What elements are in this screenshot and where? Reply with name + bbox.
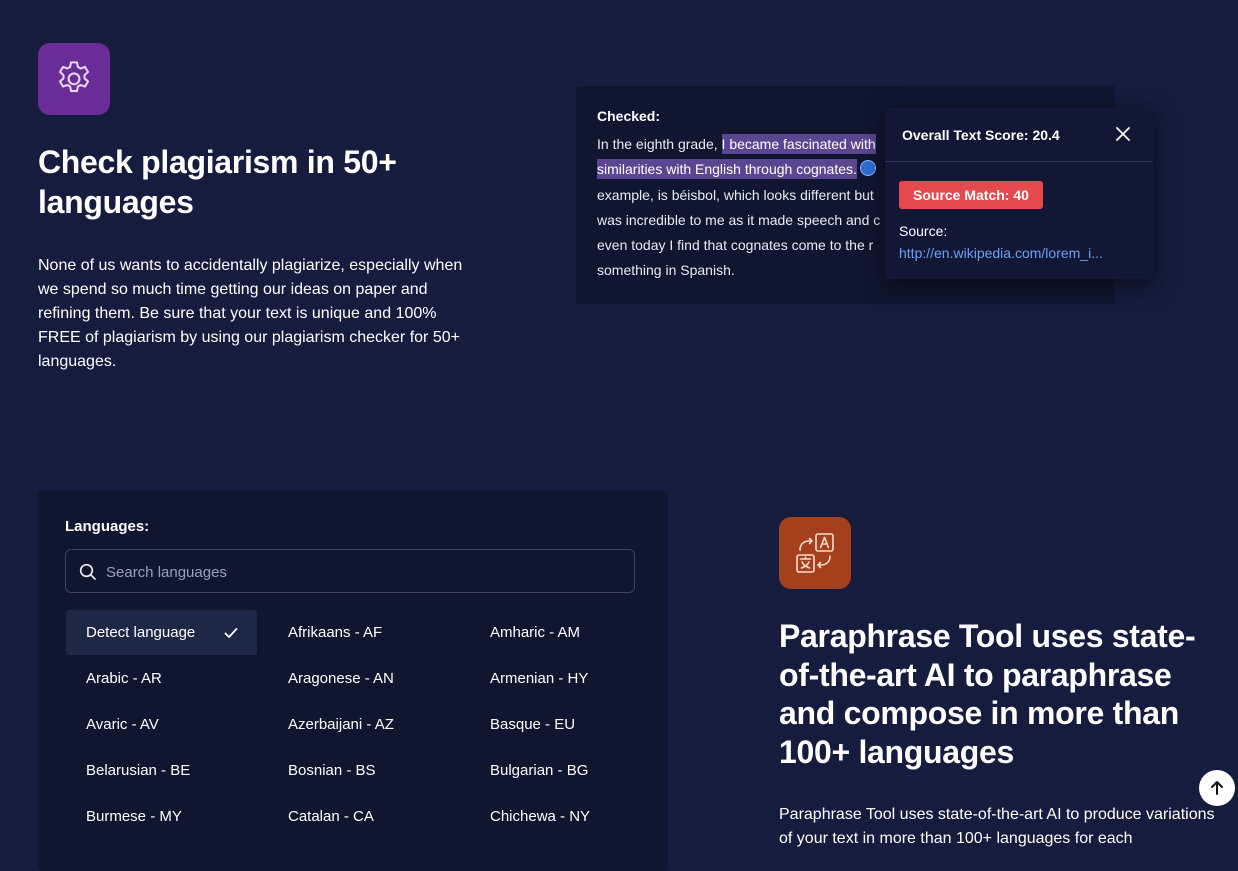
translate-icon [796, 533, 834, 573]
language-label: Detect language [86, 624, 196, 641]
language-label: Azerbaijani - AZ [288, 716, 394, 733]
feature-description: Paraphrase Tool uses state-of-the-art AI… [779, 806, 1215, 847]
language-label: Burmese - MY [86, 808, 182, 825]
check-icon [224, 628, 238, 638]
highlighted-text[interactable]: similarities with English through cognat… [597, 159, 857, 180]
scroll-to-top-button[interactable] [1199, 770, 1235, 806]
languages-title: Languages: [65, 518, 150, 535]
language-option[interactable]: Basque - EU [470, 702, 661, 747]
language-option[interactable]: Amharic - AM [470, 610, 661, 655]
language-label: Amharic - AM [490, 624, 581, 641]
feature-description: None of us wants to accidentally plagiar… [38, 257, 463, 370]
language-option[interactable]: Bosnian - BS [268, 748, 459, 793]
divider [885, 161, 1153, 162]
search-icon [79, 563, 96, 580]
language-option[interactable]: Chichewa - NY [470, 794, 661, 839]
language-option[interactable]: Detect language [66, 610, 257, 655]
language-option[interactable]: Belarusian - BE [66, 748, 257, 793]
language-option[interactable]: Azerbaijani - AZ [268, 702, 459, 747]
translate-icon-tile [779, 517, 851, 589]
language-label: Arabic - AR [86, 670, 162, 687]
feature-heading: Paraphrase Tool uses state-of-the-art AI… [779, 618, 1196, 770]
language-option[interactable]: Afrikaans - AF [268, 610, 459, 655]
close-button[interactable] [1113, 124, 1133, 144]
source-label: Source: [899, 223, 948, 239]
language-label: Basque - EU [490, 716, 576, 733]
score-popup: Overall Text Score: 20.4 Source Match: 4… [885, 108, 1153, 279]
source-link[interactable]: http://en.wikipedia.com/lorem_i... [899, 245, 1124, 261]
language-label: Chichewa - NY [490, 808, 591, 825]
language-label: Bosnian - BS [288, 762, 376, 779]
languages-card: Languages: Detect language Afrikaans - A… [38, 491, 668, 871]
gear-icon [58, 61, 90, 93]
language-option[interactable]: Catalan - CA [268, 794, 459, 839]
search-input[interactable] [104, 550, 628, 594]
language-option[interactable]: Avaric - AV [66, 702, 257, 747]
language-option[interactable]: Arabic - AR [66, 656, 257, 701]
feature-heading: Check plagiarism in 50+ languages [38, 144, 397, 220]
text-line: In the eighth grade, [597, 136, 722, 152]
language-label: Armenian - HY [490, 670, 589, 687]
language-option[interactable]: Aragonese - AN [268, 656, 459, 701]
gear-icon-tile [38, 43, 110, 115]
highlighted-text[interactable]: I became fascinated with [721, 134, 876, 154]
match-marker-icon[interactable] [859, 160, 876, 177]
language-label: Bulgarian - BG [490, 762, 589, 779]
overall-score: Overall Text Score: 20.4 [902, 127, 1060, 143]
language-label: Avaric - AV [86, 716, 159, 733]
source-match-badge: Source Match: 40 [899, 181, 1043, 209]
language-label: Afrikaans - AF [288, 624, 383, 641]
language-option[interactable]: Bulgarian - BG [470, 748, 661, 793]
arrow-up-icon [1211, 781, 1223, 795]
language-search[interactable] [65, 549, 635, 594]
language-label: Catalan - CA [288, 808, 374, 825]
language-label: Belarusian - BE [86, 762, 191, 779]
language-option[interactable]: Armenian - HY [470, 656, 661, 701]
checked-title: Checked: [597, 108, 661, 124]
language-label: Aragonese - AN [288, 670, 394, 687]
language-option[interactable]: Burmese - MY [66, 794, 257, 839]
close-icon [1116, 127, 1130, 141]
